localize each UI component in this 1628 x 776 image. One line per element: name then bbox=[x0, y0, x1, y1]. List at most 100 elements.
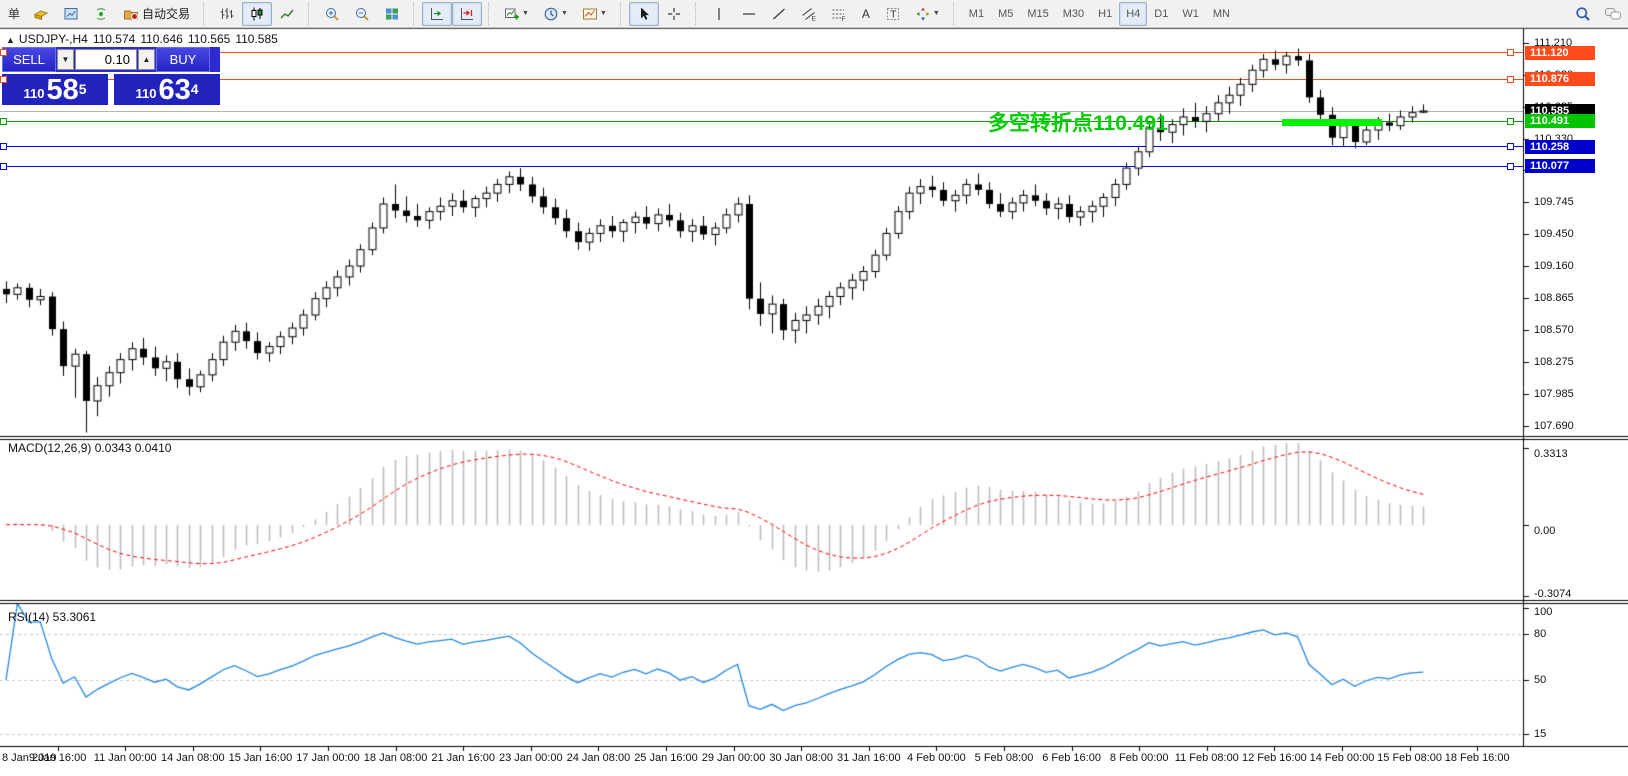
sell-price-display[interactable]: 110 58 5 bbox=[2, 74, 108, 105]
macd-axis-label: 0.3313 bbox=[1534, 448, 1568, 460]
sell-price-pips: 58 bbox=[46, 77, 78, 103]
time-axis-label: 30 Jan 08:00 bbox=[769, 752, 833, 764]
macd-indicator-label: MACD(12,26,9) 0.0343 0.0410 bbox=[8, 441, 171, 455]
volume-input[interactable]: 0.10 bbox=[75, 49, 137, 70]
buy-price-pips: 63 bbox=[158, 77, 190, 103]
line-handle-right-110.876[interactable] bbox=[1507, 76, 1514, 83]
candlestick-chart-icon[interactable] bbox=[242, 2, 272, 26]
templates-icon[interactable]: ▼ bbox=[575, 2, 614, 26]
tf-w1-button[interactable]: W1 bbox=[1175, 2, 1206, 26]
tf-m30-button[interactable]: M30 bbox=[1056, 2, 1091, 26]
volume-decrease-button[interactable]: ▼ bbox=[57, 49, 74, 70]
price-axis[interactable]: 111.210110.920110.625110.330110.040109.7… bbox=[1524, 28, 1628, 776]
time-axis[interactable]: 8 Jan 20199 Jan 16:0011 Jan 00:0014 Jan … bbox=[0, 748, 1523, 774]
chart-window: 多空转折点110.491 ▲USDJPY-,H4110.574110.64611… bbox=[0, 28, 1628, 776]
collapse-panel-arrow[interactable]: ▲ bbox=[6, 35, 15, 45]
tf-m5-button[interactable]: M5 bbox=[991, 2, 1020, 26]
metaeditor-icon[interactable] bbox=[26, 2, 56, 26]
cursor-icon[interactable] bbox=[629, 2, 659, 26]
arrows-icon[interactable]: ▼ bbox=[908, 2, 947, 26]
equidistant-channel-icon[interactable]: E bbox=[794, 2, 824, 26]
support-trend-segment[interactable] bbox=[1282, 119, 1381, 126]
buy-button[interactable]: BUY bbox=[156, 47, 210, 72]
chart-annotation-text[interactable]: 多空转折点110.491 bbox=[988, 107, 1168, 137]
new-chart-icon[interactable]: ▼ bbox=[497, 2, 536, 26]
line-chart-glyph bbox=[279, 6, 295, 22]
rsi-axis-label: 100 bbox=[1534, 606, 1552, 618]
macd-axis-label: -0.3074 bbox=[1534, 588, 1571, 600]
line-handle-right-110.077[interactable] bbox=[1507, 163, 1514, 170]
buy-price-display[interactable]: 110 63 4 bbox=[114, 74, 220, 105]
line-handle-left-110.491[interactable] bbox=[0, 118, 7, 125]
chevron-down-icon: ▼ bbox=[933, 10, 940, 17]
fibonacci-glyph: F bbox=[831, 6, 847, 22]
vertical-line-glyph bbox=[711, 6, 727, 22]
chat-icon[interactable] bbox=[1598, 2, 1628, 26]
tf-m15-label: M15 bbox=[1027, 8, 1048, 20]
autotrading-glyph bbox=[123, 6, 139, 22]
chart-shift-icon[interactable] bbox=[452, 2, 482, 26]
time-axis-label: 31 Jan 16:00 bbox=[837, 752, 901, 764]
tf-w1-label: W1 bbox=[1182, 8, 1199, 20]
time-axis-label: 9 Jan 16:00 bbox=[29, 752, 87, 764]
bar-chart-icon[interactable] bbox=[212, 2, 242, 26]
line-handle-left-110.077[interactable] bbox=[0, 163, 7, 170]
sell-button[interactable]: SELL bbox=[2, 47, 56, 72]
tf-m1-button[interactable]: M1 bbox=[962, 2, 991, 26]
text-button[interactable]: A bbox=[854, 2, 878, 26]
zoom-out-icon[interactable] bbox=[347, 2, 377, 26]
tile-windows-icon[interactable] bbox=[377, 2, 407, 26]
trendline-icon[interactable] bbox=[764, 2, 794, 26]
line-chart-icon[interactable] bbox=[272, 2, 302, 26]
line-handle-left-111.120[interactable] bbox=[0, 49, 7, 56]
price-axis-label: 108.865 bbox=[1534, 292, 1574, 304]
time-axis-label: 25 Jan 16:00 bbox=[634, 752, 698, 764]
tf-d1-button[interactable]: D1 bbox=[1147, 2, 1175, 26]
time-axis-label: 15 Feb 08:00 bbox=[1377, 752, 1442, 764]
line-handle-left-110.258[interactable] bbox=[0, 143, 7, 150]
volume-increase-button[interactable]: ▲ bbox=[138, 49, 155, 70]
fibonacci-icon[interactable]: F bbox=[824, 2, 854, 26]
tf-h1-button[interactable]: H1 bbox=[1091, 2, 1119, 26]
tf-h4-button[interactable]: H4 bbox=[1119, 2, 1147, 26]
line-handle-left-110.876[interactable] bbox=[0, 76, 7, 83]
toolbar-separator bbox=[953, 3, 958, 25]
chart-shift-glyph bbox=[459, 6, 475, 22]
toolbar-separator bbox=[488, 3, 493, 25]
tf-m1-label: M1 bbox=[969, 8, 984, 20]
text-label-icon[interactable]: T bbox=[878, 2, 908, 26]
tf-mn-button[interactable]: MN bbox=[1206, 2, 1237, 26]
time-axis-label: 17 Jan 00:00 bbox=[296, 752, 360, 764]
trade-panel-row: SELL ▼ 0.10 ▲ BUY bbox=[2, 47, 220, 72]
price-level-badge: 110.077 bbox=[1525, 159, 1595, 173]
price-chart-canvas[interactable] bbox=[0, 28, 1628, 776]
signals-icon[interactable] bbox=[86, 2, 116, 26]
tf-m15-button[interactable]: M15 bbox=[1020, 2, 1055, 26]
candlestick-chart-glyph bbox=[249, 6, 265, 22]
auto-scroll-icon[interactable] bbox=[422, 2, 452, 26]
vertical-line-icon[interactable] bbox=[704, 2, 734, 26]
crosshair-icon[interactable] bbox=[659, 2, 689, 26]
price-level-badge: 110.258 bbox=[1525, 140, 1595, 154]
new-order-button[interactable]: 单 bbox=[2, 2, 26, 26]
horizontal-line-icon[interactable] bbox=[734, 2, 764, 26]
autotrading-label: 自动交易 bbox=[142, 5, 190, 22]
symbol-period-label: USDJPY-,H4 bbox=[19, 32, 88, 46]
line-handle-right-111.120[interactable] bbox=[1507, 49, 1514, 56]
autotrading-icon[interactable]: 自动交易 bbox=[116, 2, 197, 26]
time-axis-label: 18 Feb 16:00 bbox=[1445, 752, 1510, 764]
line-handle-right-110.491[interactable] bbox=[1507, 118, 1514, 125]
time-axis-label: 12 Feb 16:00 bbox=[1242, 752, 1307, 764]
sell-price-figure: 110 bbox=[23, 85, 44, 103]
chat-glyph bbox=[1605, 6, 1621, 22]
zoom-in-icon[interactable] bbox=[317, 2, 347, 26]
zoom-in-glyph bbox=[324, 6, 340, 22]
rsi-axis-label: 80 bbox=[1534, 628, 1546, 640]
periods-icon[interactable]: ▼ bbox=[536, 2, 575, 26]
search-icon[interactable] bbox=[1568, 2, 1598, 26]
tf-mn-label: MN bbox=[1213, 8, 1230, 20]
time-axis-label: 14 Feb 00:00 bbox=[1310, 752, 1375, 764]
line-handle-right-110.258[interactable] bbox=[1507, 143, 1514, 150]
toolbar-separator bbox=[203, 3, 208, 25]
market-watch-icon[interactable] bbox=[56, 2, 86, 26]
